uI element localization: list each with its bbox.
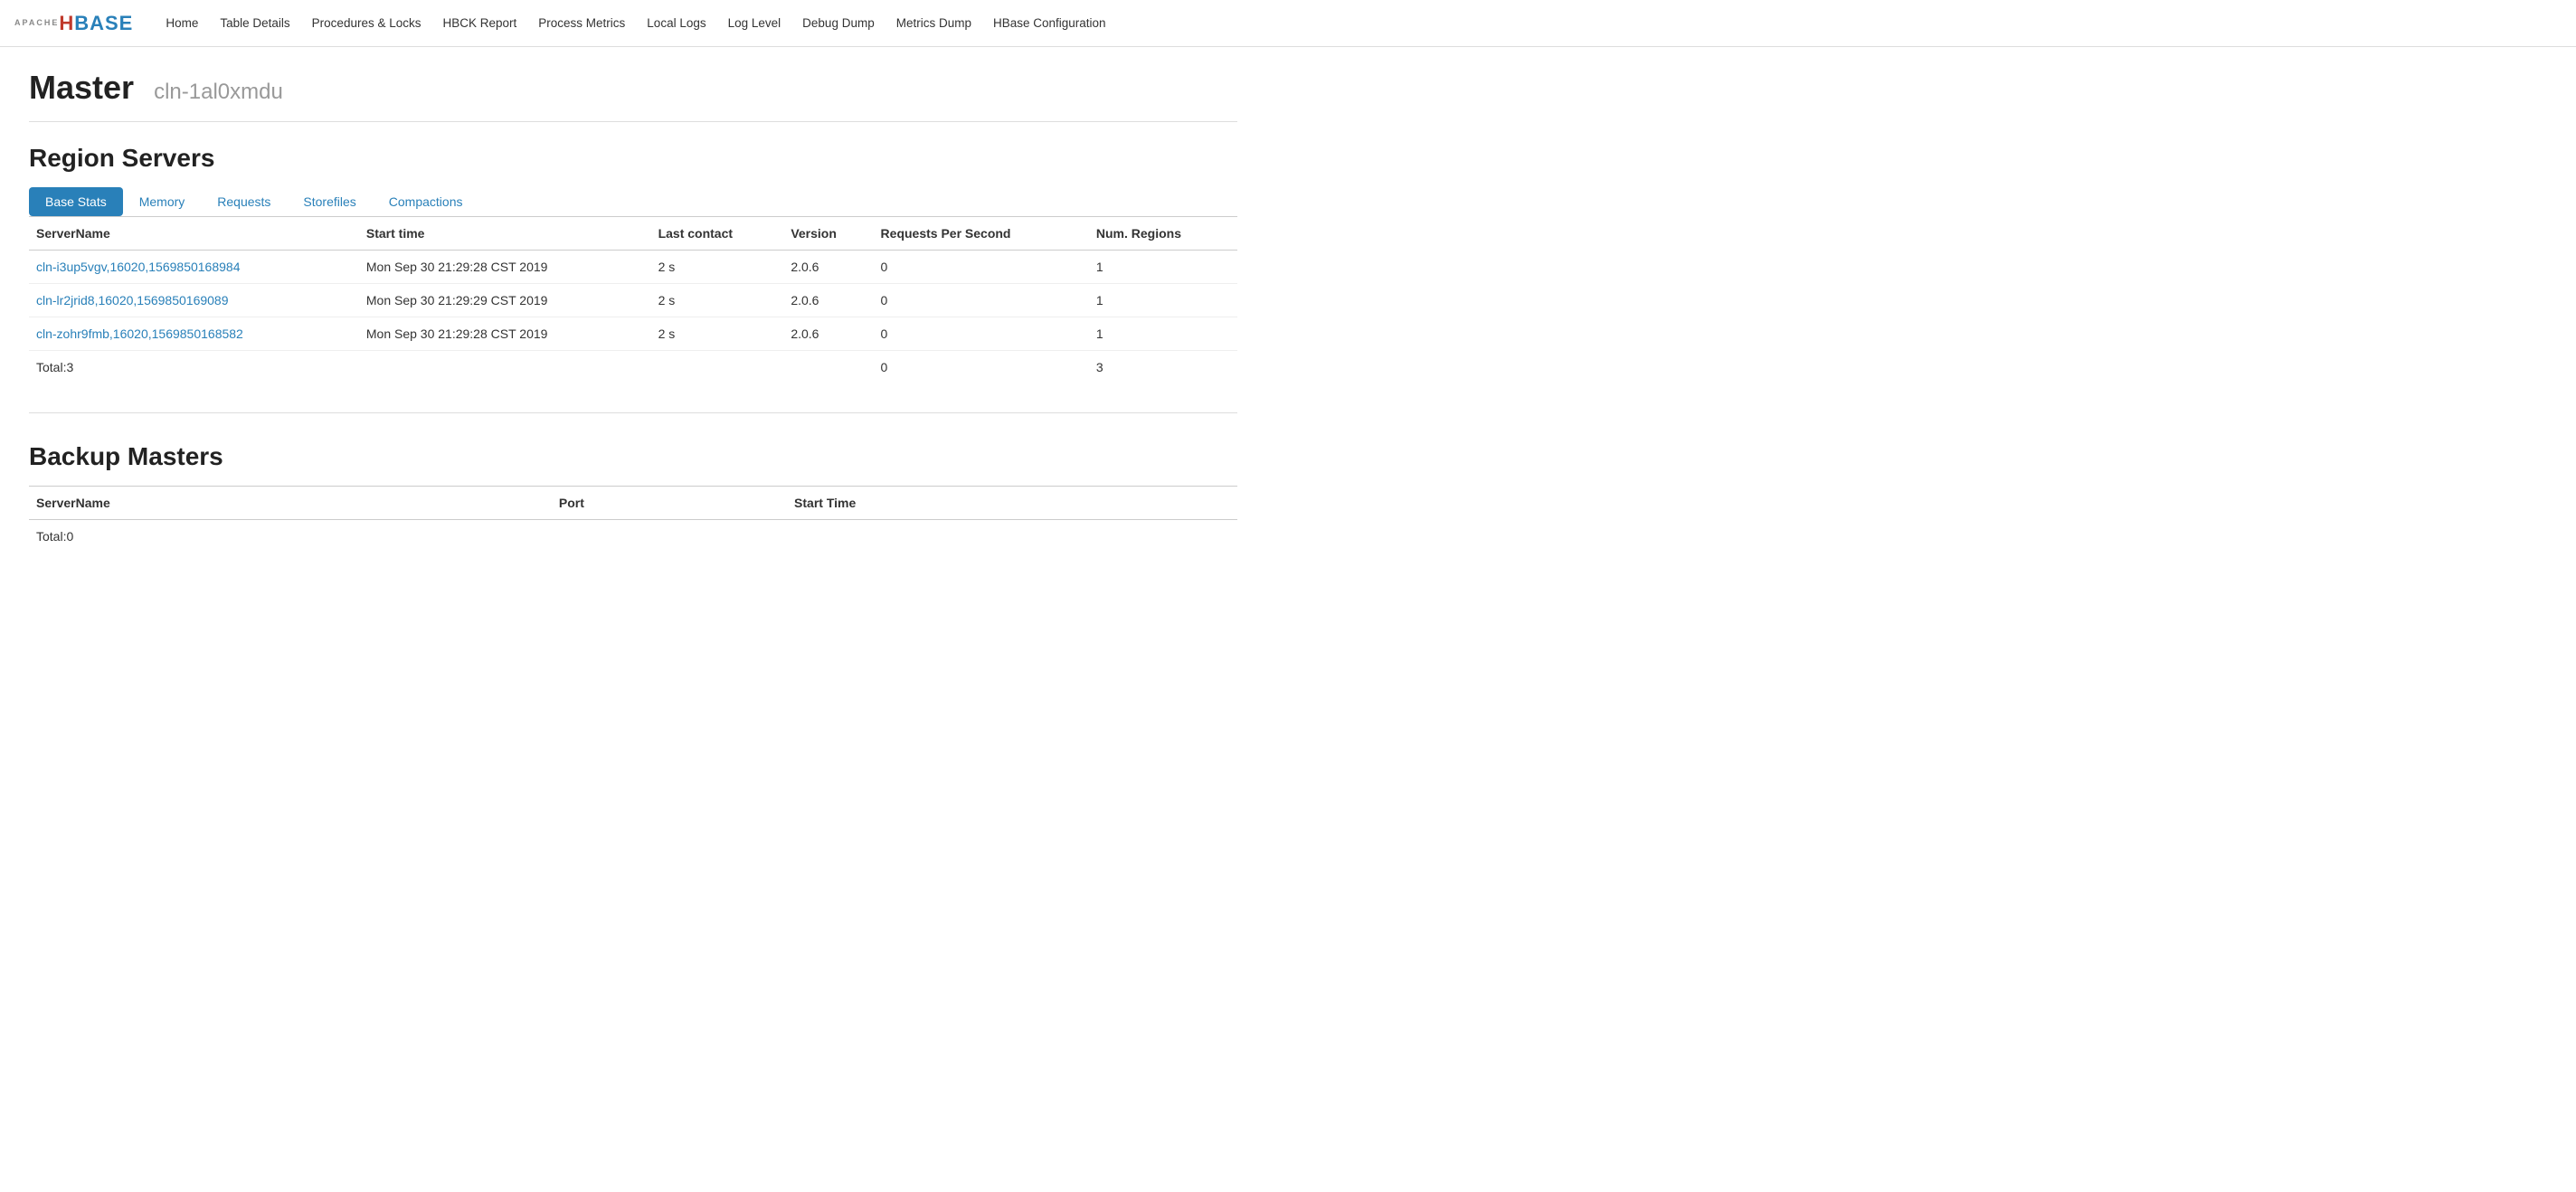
- backup-masters-table: ServerName Port Start Time Total:0: [29, 486, 1237, 553]
- nav-process-metrics[interactable]: Process Metrics: [527, 0, 636, 47]
- version-cell: 2.0.6: [783, 284, 873, 317]
- col-num-regions: Num. Regions: [1089, 217, 1237, 251]
- rps-cell: 0: [874, 284, 1089, 317]
- backup-masters-title: Backup Masters: [29, 442, 1237, 471]
- region-servers-tabs: Base Stats Memory Requests Storefiles Co…: [29, 187, 1237, 216]
- total-start-time: [359, 351, 651, 384]
- col-rps: Requests Per Second: [874, 217, 1089, 251]
- tab-compactions[interactable]: Compactions: [373, 187, 479, 216]
- rps-cell: 0: [874, 317, 1089, 351]
- backup-total-port: [552, 520, 787, 553]
- navbar: APACHE HBASE Home Table Details Procedur…: [0, 0, 2576, 47]
- start-time-cell: Mon Sep 30 21:29:28 CST 2019: [359, 251, 651, 284]
- server-name-cell[interactable]: cln-lr2jrid8,16020,1569850169089: [29, 284, 359, 317]
- backup-total-row: Total:0: [29, 520, 1237, 553]
- start-time-cell: Mon Sep 30 21:29:28 CST 2019: [359, 317, 651, 351]
- total-last-contact: [651, 351, 784, 384]
- backup-total-label: Total:0: [29, 520, 552, 553]
- nav-hbck-report[interactable]: HBCK Report: [431, 0, 527, 47]
- server-name-cell[interactable]: cln-zohr9fmb,16020,1569850168582: [29, 317, 359, 351]
- tab-base-stats[interactable]: Base Stats: [29, 187, 123, 216]
- total-label: Total:3: [29, 351, 359, 384]
- total-rps: 0: [874, 351, 1089, 384]
- region-servers-title: Region Servers: [29, 144, 1237, 173]
- col-start-time: Start time: [359, 217, 651, 251]
- col-last-contact: Last contact: [651, 217, 784, 251]
- section-divider-2: [29, 412, 1237, 413]
- num-regions-cell: 1: [1089, 251, 1237, 284]
- region-servers-table: ServerName Start time Last contact Versi…: [29, 216, 1237, 383]
- total-row: Total:3 0 3: [29, 351, 1237, 384]
- nav-procedures-locks[interactable]: Procedures & Locks: [301, 0, 432, 47]
- total-version: [783, 351, 873, 384]
- backup-total-start-time: [787, 520, 1237, 553]
- server-name-cell[interactable]: cln-i3up5vgv,16020,1569850168984: [29, 251, 359, 284]
- last-contact-cell: 2 s: [651, 317, 784, 351]
- nav-metrics-dump[interactable]: Metrics Dump: [886, 0, 982, 47]
- nav-log-level[interactable]: Log Level: [717, 0, 792, 47]
- nav-debug-dump[interactable]: Debug Dump: [791, 0, 886, 47]
- table-row: cln-i3up5vgv,16020,1569850168984 Mon Sep…: [29, 251, 1237, 284]
- tab-storefiles[interactable]: Storefiles: [287, 187, 372, 216]
- num-regions-cell: 1: [1089, 317, 1237, 351]
- tab-memory[interactable]: Memory: [123, 187, 202, 216]
- backup-masters-section: Backup Masters ServerName Port Start Tim…: [29, 442, 1237, 553]
- server-name-link[interactable]: cln-zohr9fmb,16020,1569850168582: [36, 326, 243, 341]
- backup-col-start-time: Start Time: [787, 487, 1237, 520]
- region-servers-section: Region Servers Base Stats Memory Request…: [29, 144, 1237, 383]
- master-label: Master: [29, 69, 134, 106]
- last-contact-cell: 2 s: [651, 284, 784, 317]
- version-cell: 2.0.6: [783, 251, 873, 284]
- rps-cell: 0: [874, 251, 1089, 284]
- table-header-row: ServerName Start time Last contact Versi…: [29, 217, 1237, 251]
- master-hostname: cln-1al0xmdu: [154, 80, 283, 104]
- total-regions: 3: [1089, 351, 1237, 384]
- backup-table-header-row: ServerName Port Start Time: [29, 487, 1237, 520]
- col-version: Version: [783, 217, 873, 251]
- start-time-cell: Mon Sep 30 21:29:29 CST 2019: [359, 284, 651, 317]
- server-name-link[interactable]: cln-i3up5vgv,16020,1569850168984: [36, 260, 241, 274]
- master-title: Master cln-1al0xmdu: [29, 69, 1237, 107]
- logo: APACHE HBASE: [14, 12, 133, 35]
- backup-col-port: Port: [552, 487, 787, 520]
- tab-requests[interactable]: Requests: [201, 187, 287, 216]
- logo-apache-text: APACHE: [14, 18, 59, 27]
- nav-hbase-configuration[interactable]: HBase Configuration: [982, 0, 1117, 47]
- main-content: Master cln-1al0xmdu Region Servers Base …: [0, 47, 1266, 574]
- title-divider: [29, 121, 1237, 122]
- table-row: cln-lr2jrid8,16020,1569850169089 Mon Sep…: [29, 284, 1237, 317]
- col-server-name: ServerName: [29, 217, 359, 251]
- version-cell: 2.0.6: [783, 317, 873, 351]
- backup-col-server-name: ServerName: [29, 487, 552, 520]
- last-contact-cell: 2 s: [651, 251, 784, 284]
- num-regions-cell: 1: [1089, 284, 1237, 317]
- server-name-link[interactable]: cln-lr2jrid8,16020,1569850169089: [36, 293, 229, 307]
- nav-table-details[interactable]: Table Details: [209, 0, 300, 47]
- table-row: cln-zohr9fmb,16020,1569850168582 Mon Sep…: [29, 317, 1237, 351]
- logo-hbase-text: HBASE: [59, 12, 133, 35]
- nav-local-logs[interactable]: Local Logs: [636, 0, 716, 47]
- nav-home[interactable]: Home: [155, 0, 209, 47]
